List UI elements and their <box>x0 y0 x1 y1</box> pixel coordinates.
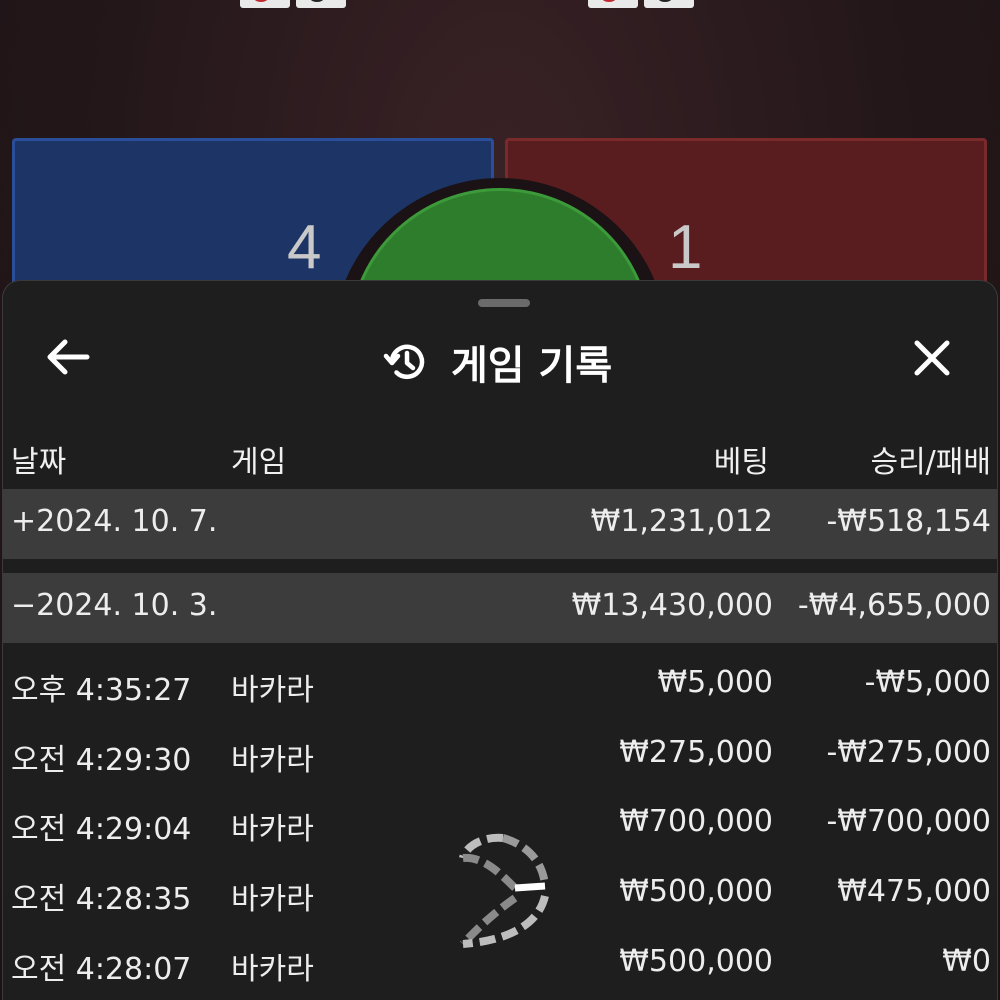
entry-bet: ₩500,000 <box>619 944 773 979</box>
entry-time: 오전 4:28:07 <box>11 952 192 987</box>
date-group-row[interactable]: −2024. 10. 3. ₩13,430,000 -₩4,655,000 <box>3 573 997 643</box>
entry-result: ₩0 <box>942 944 991 979</box>
entry-bet: ₩700,000 <box>619 804 773 839</box>
date-group-row[interactable]: +2024. 10. 7. ₩1,231,012 -₩518,154 <box>3 489 997 559</box>
sheet-title: 게임 기록 <box>451 343 613 389</box>
playing-card <box>644 0 694 8</box>
entry-result: ₩475,000 <box>837 874 991 909</box>
entry-result: -₩5,000 <box>864 665 991 700</box>
sheet-header: 게임 기록 <box>3 321 997 391</box>
column-game: 게임 <box>231 445 287 480</box>
column-result: 승리/패배 <box>870 445 991 480</box>
arrow-left-icon <box>47 339 90 375</box>
entry-time: 오전 4:28:35 <box>11 882 192 917</box>
player-cards <box>240 0 346 8</box>
playing-card <box>240 0 290 8</box>
playing-card <box>296 0 346 8</box>
close-icon <box>914 340 950 376</box>
sheet-title-group: 게임 기록 <box>383 333 612 391</box>
date-group-label: +2024. 10. 7. <box>11 504 218 539</box>
entry-game: 바카라 <box>231 743 314 778</box>
entry-result: -₩275,000 <box>826 735 991 770</box>
entry-time: 오후 4:35:27 <box>11 673 192 708</box>
brand-logo-icon <box>459 833 549 948</box>
player-score: 4 <box>287 213 322 282</box>
close-button[interactable] <box>907 333 957 383</box>
column-date: 날짜 <box>11 445 67 480</box>
entry-result: -₩700,000 <box>826 804 991 839</box>
date-group-result: -₩4,655,000 <box>797 588 991 623</box>
entry-time: 오전 4:29:04 <box>11 812 192 847</box>
banker-cards <box>588 0 694 8</box>
entry-game: 바카라 <box>231 882 314 917</box>
game-entry-row[interactable]: 오후 4:35:27 바카라 ₩5,000 -₩5,000 <box>3 647 997 717</box>
playing-card <box>588 0 638 8</box>
game-history-sheet: 게임 기록 날짜 게임 베팅 승리/패배 +2024. 10. 7. ₩1,23… <box>2 280 998 1000</box>
entry-time: 오전 4:29:30 <box>11 743 192 778</box>
entry-bet: ₩275,000 <box>619 735 773 770</box>
entry-bet: ₩5,000 <box>657 665 773 700</box>
date-group-bet: ₩13,430,000 <box>571 588 773 623</box>
column-headers: 날짜 게임 베팅 승리/패배 <box>3 431 997 481</box>
entry-game: 바카라 <box>231 673 314 708</box>
entry-game: 바카라 <box>231 812 314 847</box>
entry-game: 바카라 <box>231 952 314 987</box>
drag-handle[interactable] <box>478 299 530 307</box>
history-icon <box>383 344 425 379</box>
banker-score: 1 <box>668 213 703 282</box>
column-bet: 베팅 <box>713 445 769 480</box>
back-button[interactable] <box>43 335 93 379</box>
entry-bet: ₩500,000 <box>619 874 773 909</box>
date-group-bet: ₩1,231,012 <box>590 504 773 539</box>
date-group-label: −2024. 10. 3. <box>11 588 218 623</box>
date-group-result: -₩518,154 <box>826 504 991 539</box>
game-entry-row[interactable]: 오전 4:29:30 바카라 ₩275,000 -₩275,000 <box>3 717 997 787</box>
